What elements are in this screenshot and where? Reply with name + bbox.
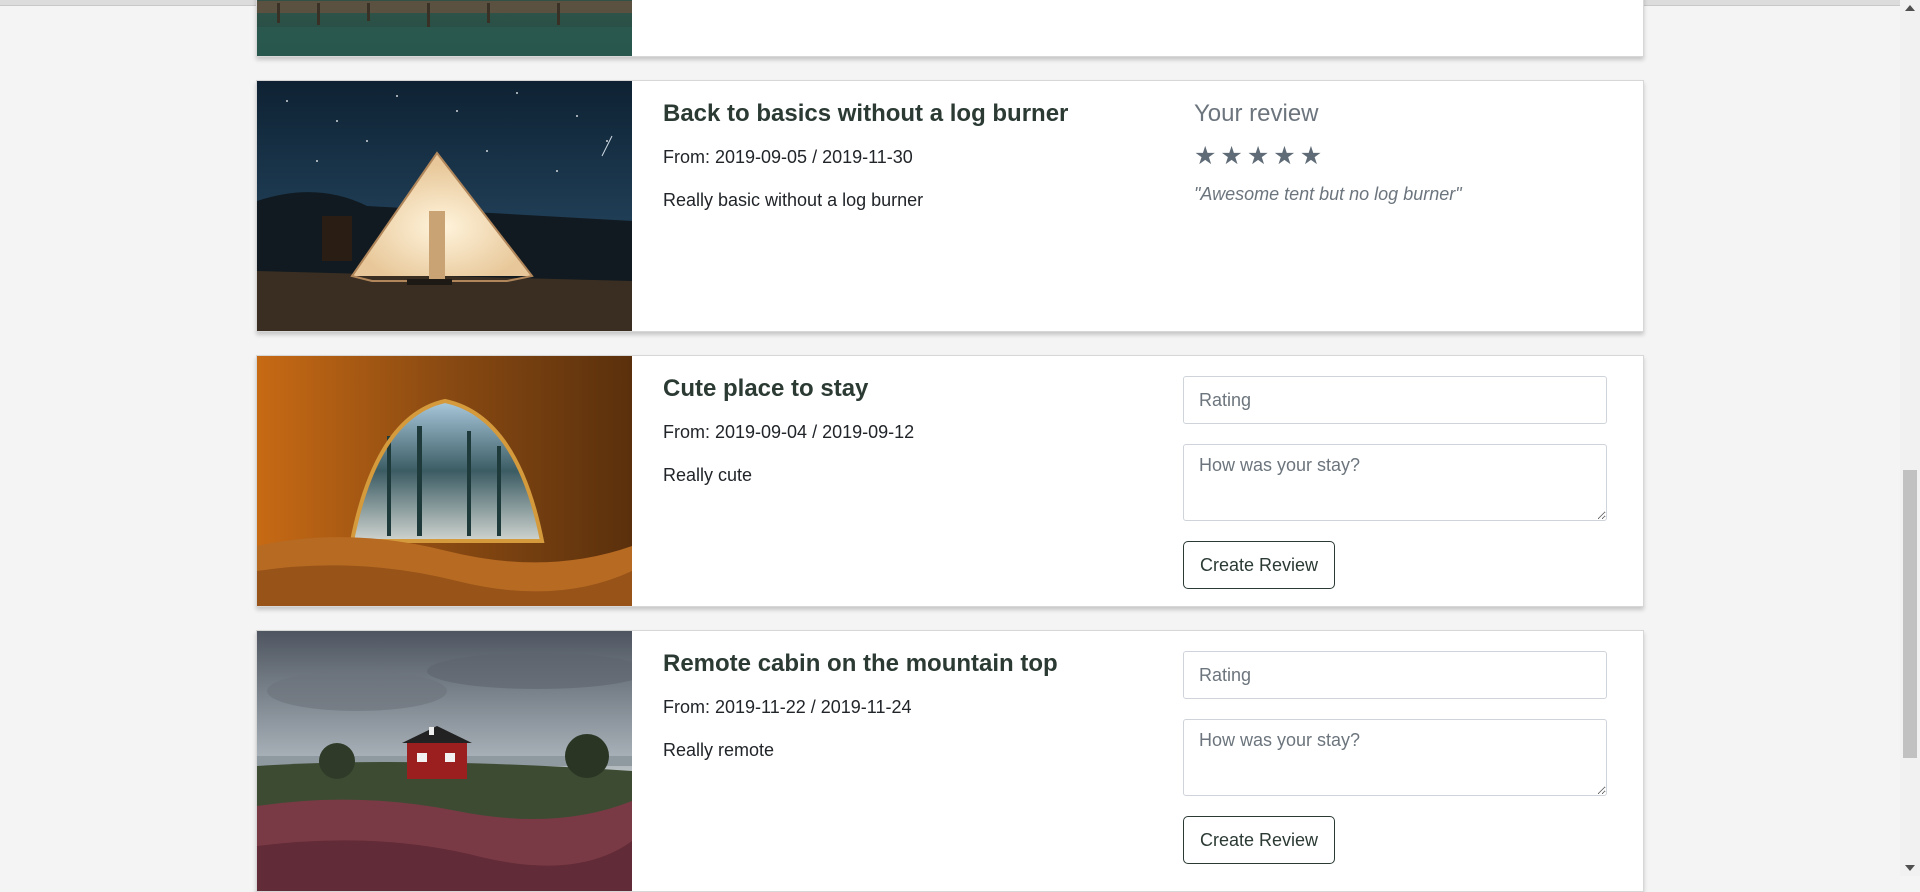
rating-input[interactable] bbox=[1183, 651, 1607, 699]
review-comment-textarea[interactable] bbox=[1183, 719, 1607, 796]
review-form: Create Review bbox=[1183, 376, 1607, 589]
rating-input[interactable] bbox=[1183, 376, 1607, 424]
star-rating: ★ ★ ★ ★ ★ bbox=[1194, 142, 1643, 170]
red-cabin-photo bbox=[257, 631, 632, 891]
review-text: "Awesome tent but no log burner" bbox=[1194, 184, 1462, 204]
review-comment-textarea[interactable] bbox=[1183, 444, 1607, 521]
star-icon: ★ bbox=[1273, 142, 1296, 170]
chevron-up-icon bbox=[1905, 5, 1915, 11]
booking-card: Remote cabin on the mountain top From: 2… bbox=[256, 630, 1644, 892]
tent-view-forest-photo bbox=[257, 356, 632, 606]
scroll-down-button[interactable] bbox=[1900, 860, 1920, 876]
booking-description: Really remote bbox=[663, 740, 775, 760]
booking-dates: From: 2019-09-05 / 2019-11-30 bbox=[663, 147, 913, 167]
booking-title: Cute place to stay bbox=[663, 375, 869, 402]
booking-card bbox=[256, 0, 1644, 57]
booking-info: Remote cabin on the mountain top From: 2… bbox=[663, 647, 1183, 761]
review-form: Create Review bbox=[1183, 651, 1607, 864]
booking-description: Really cute bbox=[663, 465, 753, 485]
booking-dates: From: 2019-09-04 / 2019-09-12 bbox=[663, 422, 915, 442]
lake-pier-photo bbox=[257, 0, 632, 56]
star-icon: ★ bbox=[1299, 142, 1323, 170]
booking-card: Back to basics without a log burner From… bbox=[256, 80, 1644, 332]
star-icon: ★ bbox=[1194, 142, 1217, 170]
star-icon: ★ bbox=[1246, 142, 1270, 170]
create-review-button[interactable]: Create Review bbox=[1183, 816, 1336, 864]
booking-info: Cute place to stay From: 2019-09-04 / 20… bbox=[663, 372, 1183, 486]
booking-title: Remote cabin on the mountain top bbox=[663, 650, 1058, 677]
booking-info: Back to basics without a log burner From… bbox=[663, 97, 1183, 211]
scrollbar-thumb[interactable] bbox=[1903, 470, 1917, 758]
page-scrollbar[interactable] bbox=[1900, 0, 1920, 876]
create-review-button[interactable]: Create Review bbox=[1183, 541, 1336, 589]
review-heading: Your review bbox=[1194, 100, 1319, 127]
your-review: Your review ★ ★ ★ ★ ★ "Awesome tent but … bbox=[1194, 97, 1643, 205]
booking-title: Back to basics without a log burner bbox=[663, 100, 1069, 127]
booking-description: Really basic without a log burner bbox=[663, 190, 924, 210]
booking-dates: From: 2019-11-22 / 2019-11-24 bbox=[663, 697, 912, 717]
star-icon: ★ bbox=[1220, 142, 1243, 170]
scroll-up-button[interactable] bbox=[1900, 0, 1920, 16]
chevron-down-icon bbox=[1905, 865, 1915, 871]
bell-tent-night-photo bbox=[257, 81, 632, 331]
booking-card: Cute place to stay From: 2019-09-04 / 20… bbox=[256, 355, 1644, 607]
